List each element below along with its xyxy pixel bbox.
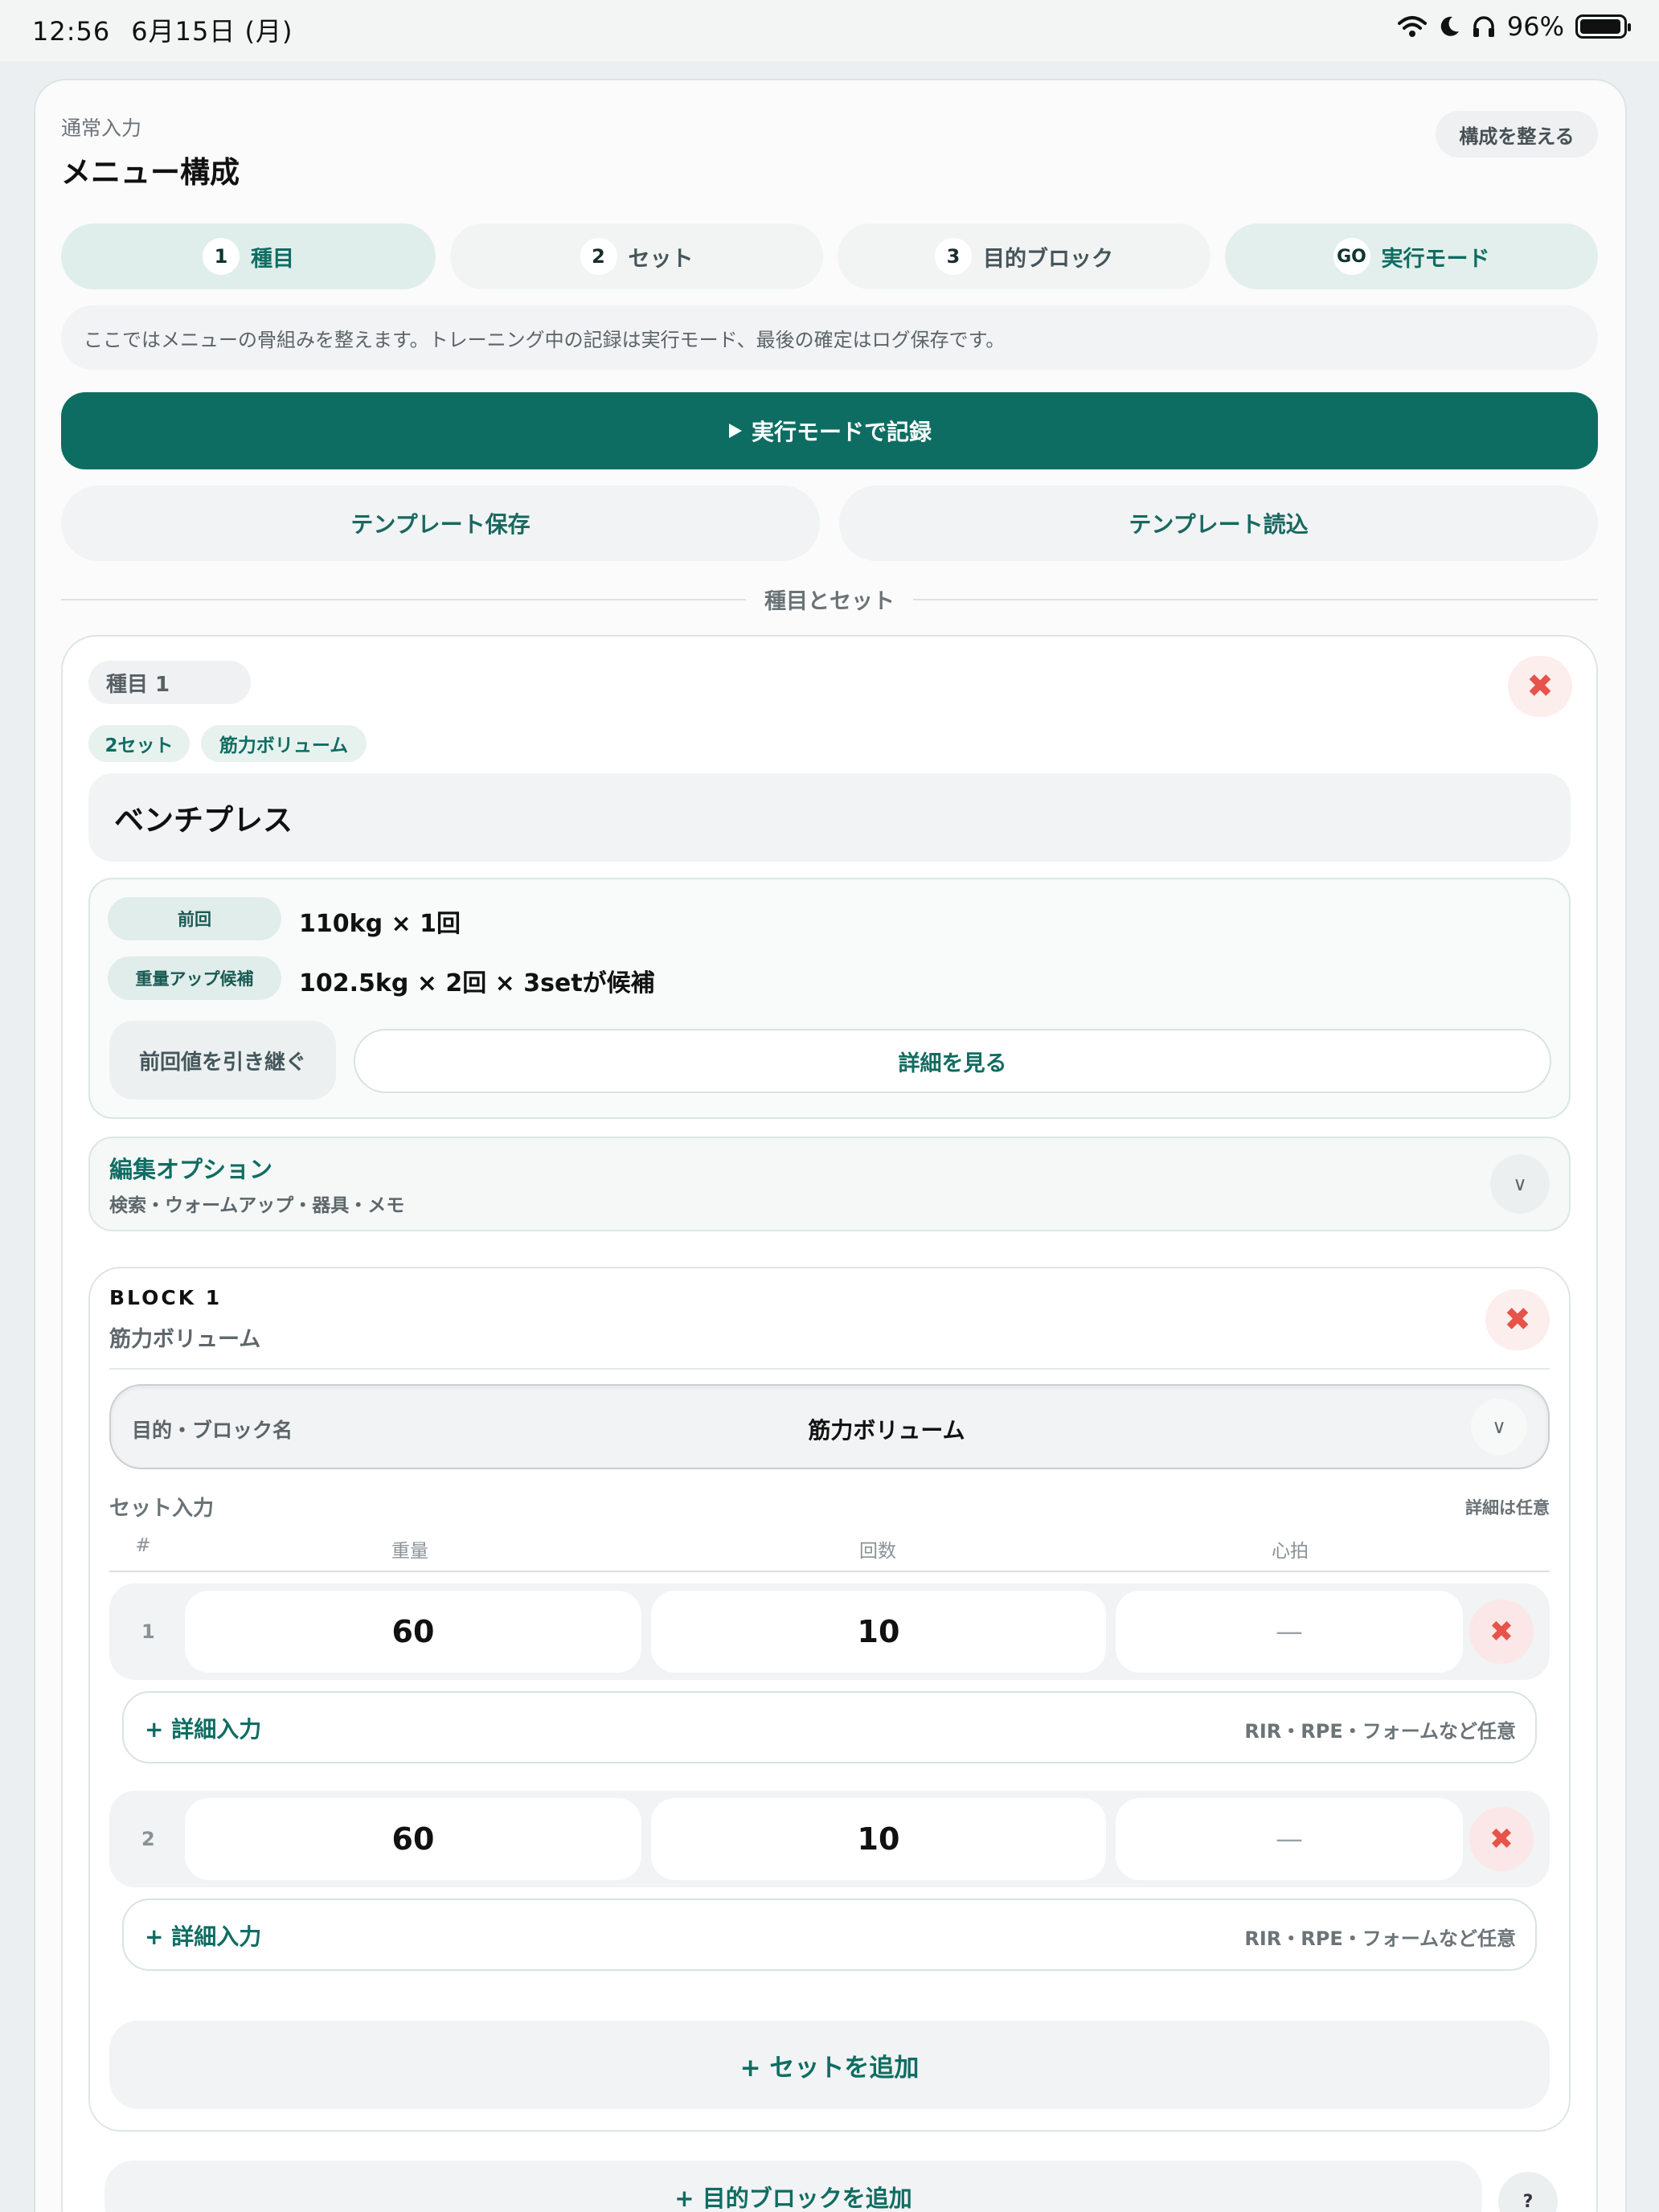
- load-template-button[interactable]: テンプレート読込: [839, 485, 1598, 561]
- set-index: 2: [141, 1828, 155, 1850]
- purpose-select-value: 筋力ボリューム: [808, 1417, 965, 1444]
- block-title: BLOCK 1: [109, 1286, 223, 1309]
- tab-step-number: GO: [1333, 238, 1370, 275]
- exercise-name-input[interactable]: ベンチプレス: [88, 773, 1571, 862]
- status-time: 12:56: [32, 16, 111, 47]
- add-set-button[interactable]: + セットを追加: [109, 2021, 1550, 2109]
- edit-options-title: 編集オプション: [109, 1156, 273, 1183]
- wifi-icon: [1397, 16, 1427, 37]
- set-input-heading: セット入力: [109, 1497, 215, 1521]
- close-icon: ✖: [1489, 1822, 1514, 1856]
- status-bar: 12:56 6月15日 (月) 96%: [0, 0, 1659, 61]
- battery-fill: [1580, 19, 1620, 34]
- tab-label: 種目: [251, 246, 294, 272]
- run-mode-record-label: 実行モードで記録: [751, 419, 932, 445]
- reps-input[interactable]: 10: [651, 1798, 1106, 1880]
- set-count-tag: 2セット: [88, 725, 190, 762]
- reps-input[interactable]: 10: [651, 1591, 1106, 1673]
- tab-exercise[interactable]: 1 種目: [61, 223, 436, 289]
- column-header-reps: 回数: [859, 1541, 896, 1562]
- section-divider-label: 種目とセット: [764, 589, 895, 614]
- column-header-weight: 重量: [391, 1541, 428, 1562]
- close-icon: ✖: [1526, 668, 1554, 705]
- chevron-down-icon[interactable]: ∨: [1471, 1399, 1527, 1455]
- view-details-button[interactable]: 詳細を見る: [354, 1029, 1551, 1093]
- tab-run-mode[interactable]: GO 実行モード: [1225, 223, 1598, 289]
- status-date: 6月15日 (月): [131, 16, 293, 47]
- status-left: 12:56 6月15日 (月): [32, 11, 313, 48]
- remove-set-button[interactable]: ✖: [1469, 1600, 1534, 1664]
- purpose-tag: 筋力ボリューム: [201, 725, 367, 762]
- page-title: メニュー構成: [61, 155, 240, 190]
- chevron-down-icon[interactable]: ∨: [1490, 1154, 1550, 1214]
- column-header-index: #: [135, 1535, 151, 1556]
- block-subtitle: 筋力ボリューム: [109, 1327, 261, 1352]
- remove-block-button[interactable]: ✖: [1485, 1289, 1550, 1350]
- block-divider: [109, 1368, 1550, 1370]
- tab-label: 実行モード: [1381, 246, 1490, 272]
- info-banner: ここではメニューの骨組みを整えます。トレーニング中の記録は実行モード、最後の確定…: [61, 305, 1598, 370]
- battery-percent: 96%: [1506, 11, 1564, 42]
- add-purpose-block-button[interactable]: + 目的ブロックを追加: [104, 2161, 1482, 2212]
- remove-set-button[interactable]: ✖: [1469, 1807, 1534, 1871]
- set-index: 1: [141, 1620, 155, 1643]
- detail-input-hint: RIR・RPE・フォームなど任意: [1244, 1927, 1516, 1950]
- detail-input-label: + 詳細入力: [145, 1716, 262, 1743]
- battery-icon: [1575, 14, 1631, 39]
- edit-options-panel[interactable]: [88, 1137, 1571, 1231]
- column-header-heart-rate: 心拍: [1272, 1541, 1309, 1562]
- play-icon: [728, 424, 742, 438]
- tab-step-number: 2: [580, 238, 617, 275]
- weight-up-label: 重量アップ候補: [108, 956, 281, 1000]
- run-mode-record-button[interactable]: 実行モードで記録: [61, 392, 1598, 469]
- edit-options-subtitle: 検索・ウォームアップ・器具・メモ: [109, 1195, 405, 1216]
- detail-input-label: + 詳細入力: [145, 1923, 262, 1950]
- weight-input[interactable]: 60: [185, 1591, 641, 1673]
- close-icon: ✖: [1489, 1615, 1514, 1649]
- previous-label: 前回: [108, 897, 281, 940]
- headphones-icon: [1473, 16, 1494, 37]
- weight-up-value: 102.5kg × 2回 × 3setが候補: [299, 969, 655, 997]
- tab-step-number: 1: [203, 238, 240, 275]
- tab-step-number: 3: [935, 238, 972, 275]
- heart-rate-input[interactable]: —: [1116, 1591, 1463, 1673]
- tidy-structure-button[interactable]: 構成を整える: [1436, 111, 1598, 158]
- status-right: 96%: [1397, 11, 1631, 42]
- close-icon: ✖: [1504, 1301, 1531, 1338]
- save-template-button[interactable]: テンプレート保存: [61, 485, 820, 561]
- tab-label: セット: [628, 246, 694, 272]
- column-header-rule: [109, 1571, 1550, 1572]
- details-optional-note: 詳細は任意: [1465, 1498, 1550, 1518]
- remove-exercise-button[interactable]: ✖: [1508, 656, 1572, 717]
- weight-input[interactable]: 60: [185, 1798, 641, 1880]
- moon-icon: [1440, 16, 1459, 36]
- heart-rate-input[interactable]: —: [1116, 1798, 1463, 1880]
- tab-label: 目的ブロック: [983, 246, 1113, 272]
- exercise-number-chip: 種目 1: [88, 661, 251, 704]
- tab-purpose-block[interactable]: 3 目的ブロック: [838, 223, 1210, 289]
- previous-value: 110kg × 1回: [299, 910, 461, 938]
- tab-sets[interactable]: 2 セット: [450, 223, 823, 289]
- mode-eyebrow: 通常入力: [61, 117, 142, 140]
- detail-input-hint: RIR・RPE・フォームなど任意: [1244, 1720, 1516, 1743]
- inherit-previous-button[interactable]: 前回値を引き継ぐ: [109, 1021, 336, 1100]
